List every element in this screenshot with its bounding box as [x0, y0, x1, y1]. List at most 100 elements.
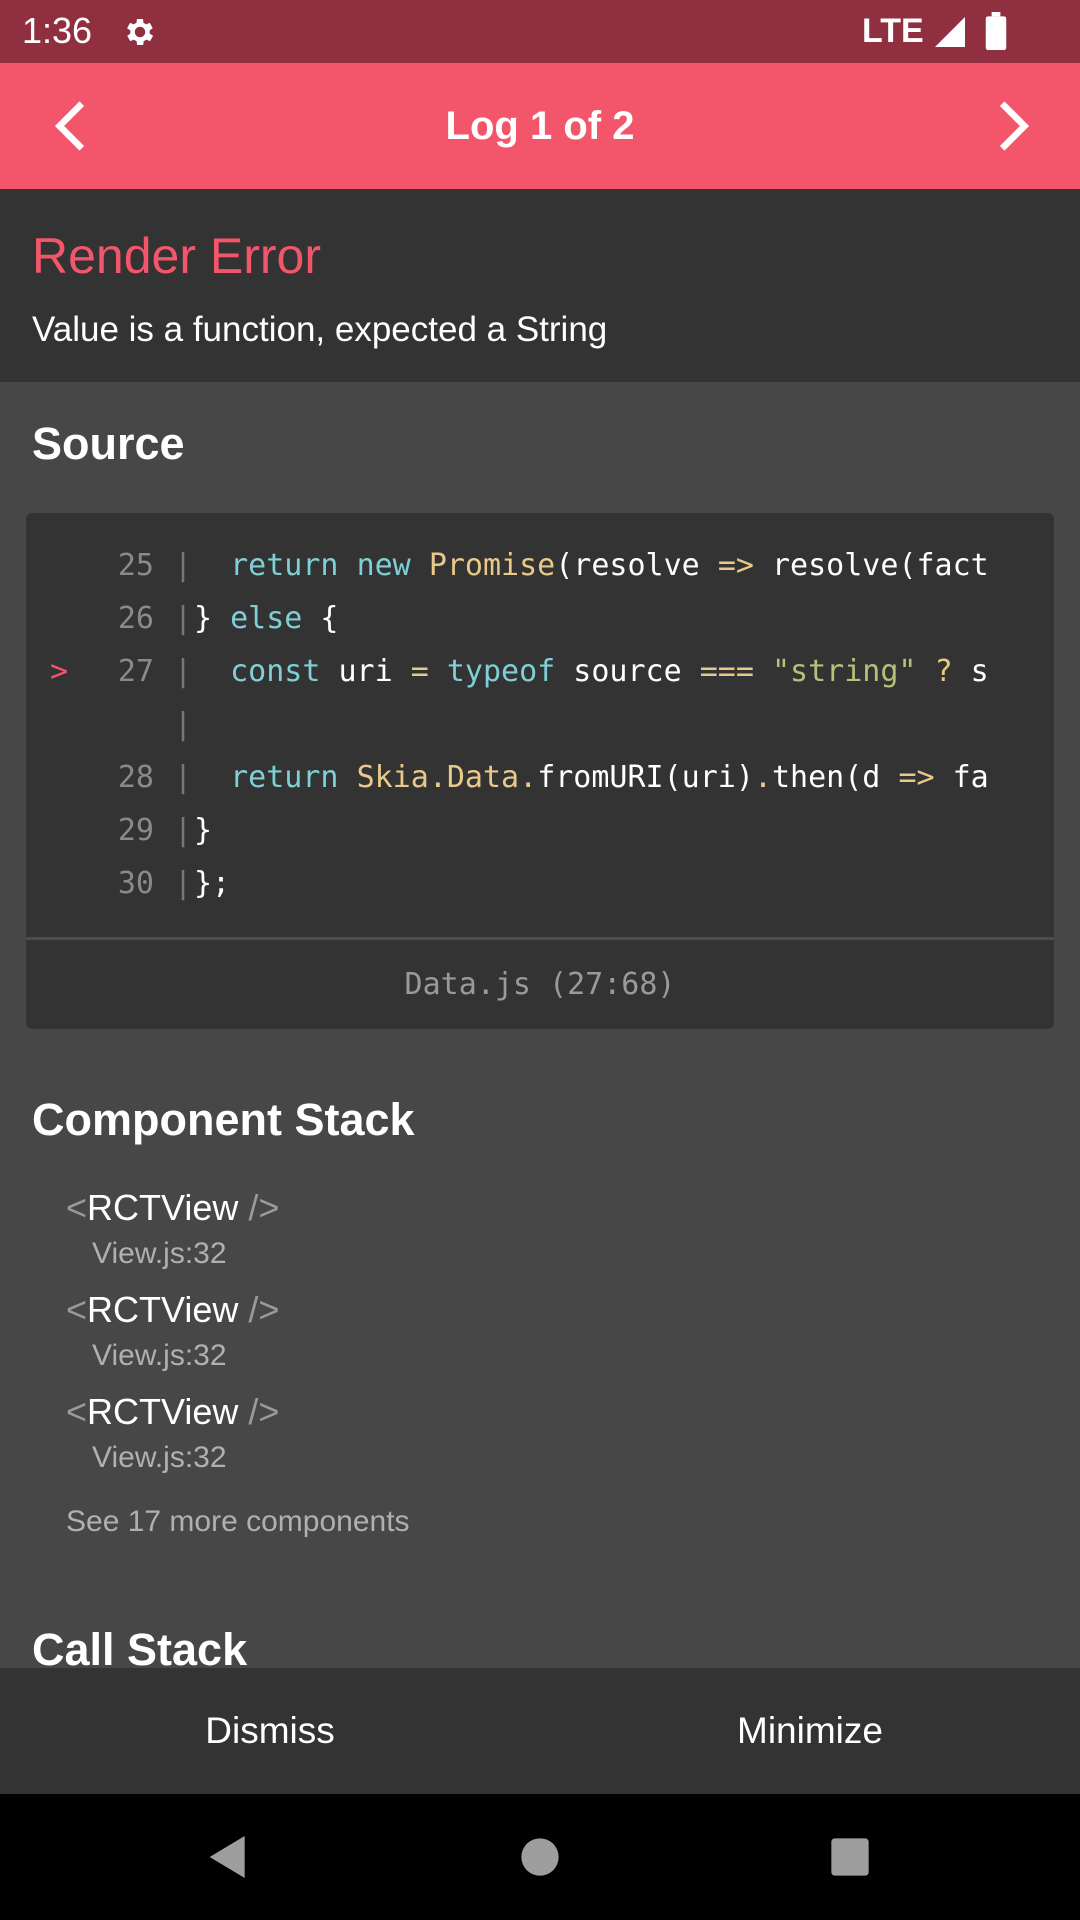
code-token: fa	[934, 760, 989, 795]
chevron-left-icon[interactable]	[42, 96, 102, 156]
code-token: uri	[320, 654, 411, 689]
home-icon[interactable]	[512, 1829, 568, 1885]
code-token: source	[555, 654, 700, 689]
code-token: ===	[699, 654, 754, 689]
dismiss-button[interactable]: Dismiss	[0, 1668, 540, 1794]
component-name: <RCTView />	[66, 1388, 279, 1436]
error-banner: Render Error Value is a function, expect…	[0, 189, 1080, 382]
line-number: 25	[117, 548, 154, 583]
line-separator: |	[174, 813, 193, 848]
tag-open: <	[66, 1187, 88, 1228]
code-line: 30 |};	[26, 857, 1054, 910]
signal-icon	[935, 17, 965, 47]
code-text: }	[194, 804, 1052, 857]
gear-icon	[127, 18, 154, 46]
log-header: Log 1 of 2	[0, 63, 1080, 189]
navigation-bar	[0, 1794, 1080, 1920]
code-token: return	[230, 548, 339, 583]
line-number: 30	[117, 866, 154, 901]
code-token: Skia	[356, 760, 429, 795]
code-line: 28 | return Skia.Data.fromURI(uri).then(d…	[26, 751, 1054, 804]
component-stack-item[interactable]: <RCTView /> View.js:32	[66, 1388, 966, 1488]
component-location: View.js:32	[92, 1237, 227, 1270]
code-token: "string"	[772, 654, 917, 689]
code-token: fromURI(uri)	[537, 760, 754, 795]
tag-open: <	[66, 1391, 88, 1432]
source-file-location[interactable]: Data.js (27:68)	[26, 940, 1054, 1029]
line-separator: |	[174, 654, 193, 689]
code-token: const	[230, 654, 321, 689]
status-time: 1:36	[22, 10, 93, 51]
network-type: LTE	[862, 12, 924, 50]
line-separator: |	[174, 601, 193, 636]
line-number: 26	[117, 601, 154, 636]
error-message: Value is a function, expected a String	[32, 310, 608, 349]
line-number: 27	[117, 654, 154, 689]
component-stack-item[interactable]: <RCTView /> View.js:32	[66, 1184, 966, 1284]
tag-close: />	[238, 1187, 280, 1228]
source-heading: Source	[32, 418, 185, 469]
code-token: resolve(fact	[753, 548, 989, 583]
code-text: const uri = typeof source === "string" ?…	[194, 645, 1052, 698]
code-token: Promise	[428, 548, 556, 583]
code-token: .	[519, 760, 538, 795]
line-separator: |	[174, 707, 193, 742]
code-token: =>	[717, 548, 754, 583]
code-token: (resolve	[555, 548, 718, 583]
code-token: }	[194, 601, 231, 636]
code-text: } else {	[194, 592, 1052, 645]
line-number: 28	[117, 760, 154, 795]
code-token: then(d	[772, 760, 899, 795]
component-label: RCTView	[87, 1289, 239, 1330]
component-stack-item[interactable]: <RCTView /> View.js:32	[66, 1286, 966, 1386]
code-token: new	[356, 548, 411, 583]
component-location: View.js:32	[92, 1339, 227, 1372]
recents-icon[interactable]	[822, 1829, 878, 1885]
line-separator: |	[174, 866, 193, 901]
component-name: <RCTView />	[66, 1286, 279, 1334]
code-token: }	[194, 813, 213, 848]
code-lines: 25 | return new Promise(resolve => resolv…	[26, 513, 1054, 938]
component-label: RCTView	[87, 1187, 239, 1228]
code-text: return new Promise(resolve => resolve(fa…	[194, 539, 1052, 592]
component-label: RCTView	[87, 1391, 239, 1432]
code-token: {	[302, 601, 339, 636]
code-line: 29 |}	[26, 804, 1054, 857]
minimize-button[interactable]: Minimize	[540, 1668, 1080, 1794]
code-line: 25 | return new Promise(resolve => resolv…	[26, 539, 1054, 592]
tag-open: <	[66, 1289, 88, 1330]
code-line: 26 |} else {	[26, 592, 1054, 645]
code-token: typeof	[446, 654, 556, 689]
tag-close: />	[238, 1391, 280, 1432]
code-token: s	[952, 654, 989, 689]
back-icon[interactable]	[198, 1829, 254, 1885]
code-token: };	[194, 866, 231, 901]
footer-bar: Dismiss Minimize	[0, 1668, 1080, 1794]
line-separator: |	[174, 760, 193, 795]
line-separator: |	[174, 548, 193, 583]
code-token: return	[230, 760, 339, 795]
code-token: .	[428, 760, 447, 795]
see-more-components-link[interactable]: See 17 more components	[66, 1500, 410, 1544]
code-token: =	[410, 654, 429, 689]
code-text: };	[194, 857, 1052, 910]
code-frame[interactable]: 25 | return new Promise(resolve => resolv…	[26, 513, 1054, 1029]
component-name: <RCTView />	[66, 1184, 279, 1232]
component-stack-heading: Component Stack	[32, 1094, 415, 1145]
component-location: View.js:32	[92, 1441, 227, 1474]
code-line: |	[26, 698, 1054, 751]
status-bar: 1:36 LTE	[0, 0, 1080, 63]
chevron-right-icon[interactable]	[982, 96, 1042, 156]
log-title: Log 1 of 2	[445, 104, 635, 148]
battery-icon	[985, 12, 1007, 50]
code-token: .	[753, 760, 772, 795]
code-token: =>	[898, 760, 935, 795]
